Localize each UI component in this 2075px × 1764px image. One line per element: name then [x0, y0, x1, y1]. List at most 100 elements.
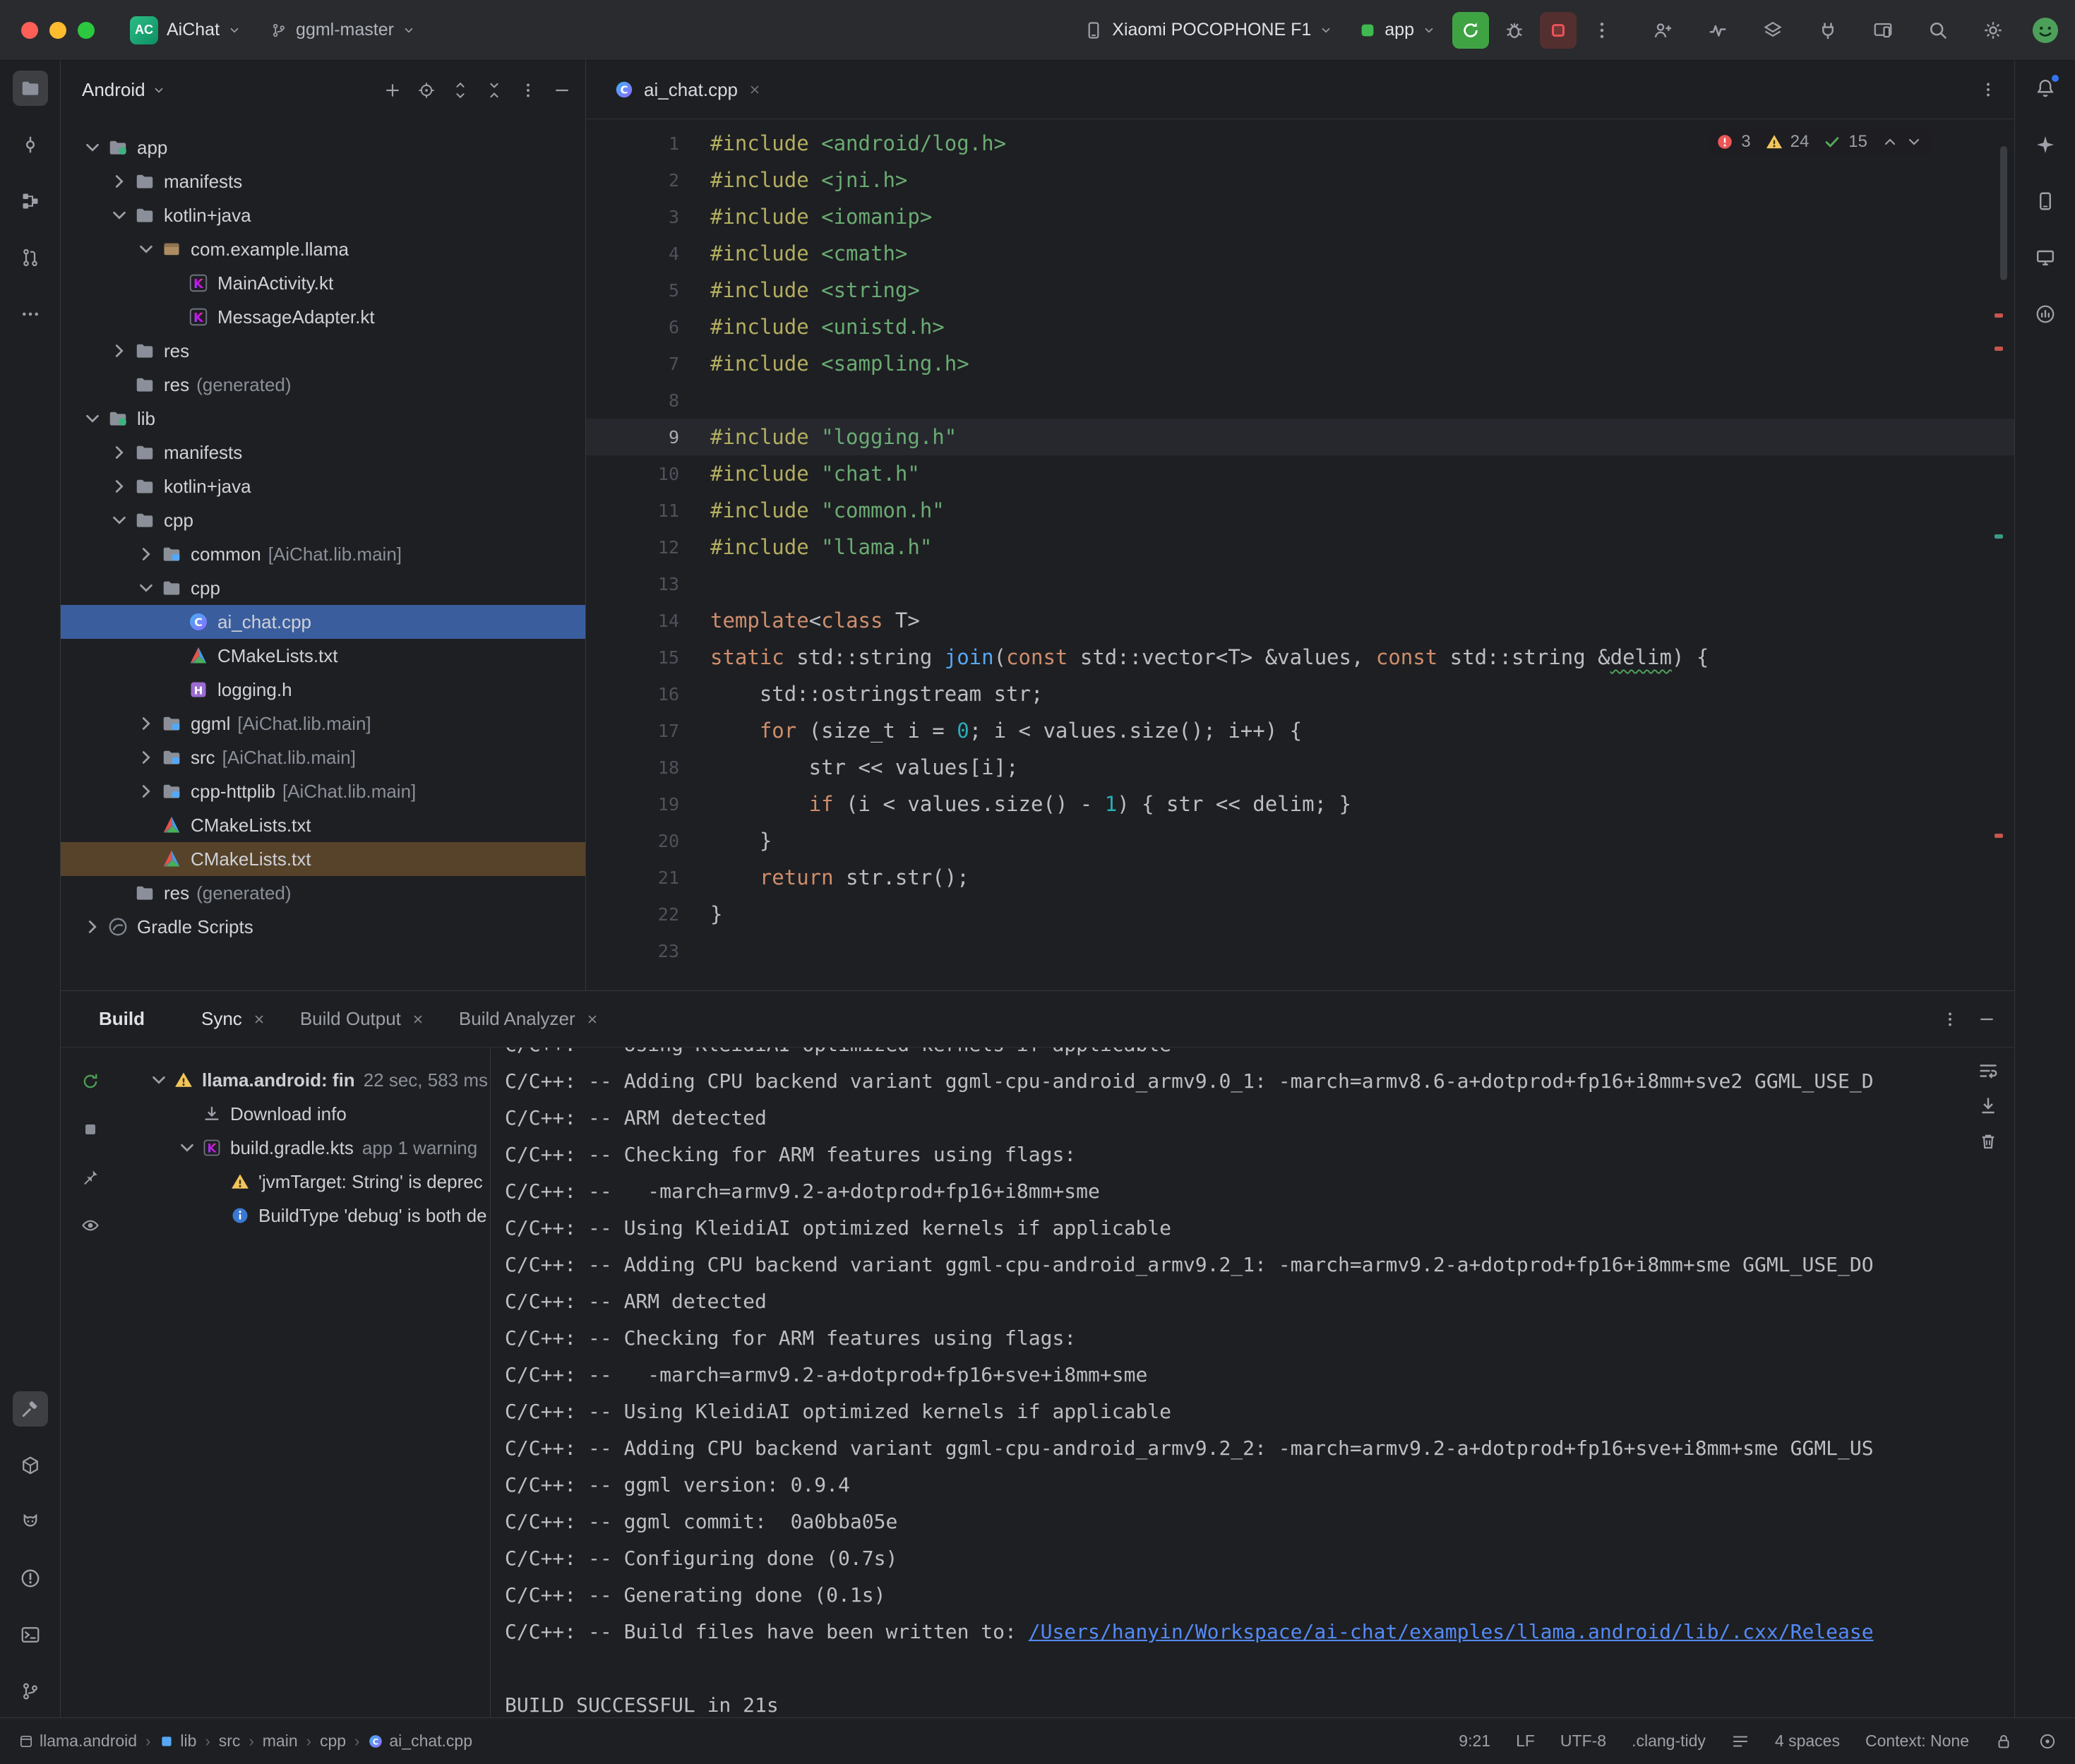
- caret-position[interactable]: 9:21: [1459, 1732, 1490, 1751]
- add-icon[interactable]: [383, 81, 402, 100]
- breadcrumb-item[interactable]: lib: [159, 1732, 196, 1751]
- settings-button[interactable]: [1976, 13, 2010, 47]
- chevron-right-icon[interactable]: [109, 340, 130, 361]
- plugins-button[interactable]: [1811, 13, 1845, 47]
- project-tree-item[interactable]: res(generated): [61, 876, 585, 910]
- clear-all-icon[interactable]: [1978, 1131, 1999, 1152]
- zoom-window-button[interactable]: [78, 22, 95, 39]
- build-tab-build-analyzer[interactable]: Build Analyzer: [442, 991, 616, 1047]
- app-insights-button[interactable]: [2028, 296, 2063, 332]
- pin-button[interactable]: [75, 1162, 106, 1193]
- project-tree-item[interactable]: cpp-httplib[AiChat.lib.main]: [61, 774, 585, 808]
- project-tree-item[interactable]: ggml[AiChat.lib.main]: [61, 707, 585, 740]
- project-tree-item[interactable]: manifests: [61, 436, 585, 469]
- error-stripe-mark[interactable]: [1995, 347, 2003, 351]
- project-tree-item[interactable]: Cai_chat.cpp: [61, 605, 585, 639]
- build-console[interactable]: C/C++: -- Using KleidiAI optimized kerne…: [490, 1048, 2014, 1717]
- expand-all-icon[interactable]: [451, 81, 470, 100]
- chevron-right-icon[interactable]: [82, 916, 103, 937]
- clang-tidy[interactable]: .clang-tidy: [1632, 1732, 1706, 1751]
- file-encoding[interactable]: UTF-8: [1560, 1732, 1606, 1751]
- build-options-icon[interactable]: [1941, 1010, 1959, 1028]
- build-tab-build-output[interactable]: Build Output: [283, 991, 442, 1047]
- chevron-right-icon[interactable]: [136, 781, 157, 802]
- project-tree-item[interactable]: KMainActivity.kt: [61, 266, 585, 300]
- breadcrumb-item[interactable]: Cai_chat.cpp: [368, 1732, 472, 1751]
- code-with-me-button[interactable]: [1646, 13, 1680, 47]
- chevron-down-icon[interactable]: [109, 205, 130, 226]
- close-tab-icon[interactable]: [748, 83, 762, 97]
- collapse-all-icon[interactable]: [485, 81, 503, 100]
- profiler-button[interactable]: [1701, 13, 1735, 47]
- chevron-down-icon[interactable]: [136, 577, 157, 599]
- minimize-window-button[interactable]: [49, 22, 66, 39]
- vcs-branch-widget[interactable]: ggml-master: [261, 9, 425, 52]
- close-icon[interactable]: [252, 1012, 266, 1026]
- rerun-button[interactable]: [1452, 12, 1489, 49]
- chevron-down-icon[interactable]: [148, 1069, 169, 1091]
- chevron-down-icon[interactable]: [136, 239, 157, 260]
- project-tree-item[interactable]: app: [61, 131, 585, 164]
- project-tree-item[interactable]: manifests: [61, 164, 585, 198]
- chevron-right-icon[interactable]: [136, 713, 157, 734]
- project-tree-item[interactable]: CMakeLists.txt: [61, 639, 585, 673]
- close-icon[interactable]: [585, 1012, 599, 1026]
- close-icon[interactable]: [411, 1012, 425, 1026]
- chevron-down-icon[interactable]: [109, 510, 130, 531]
- problems-button[interactable]: [13, 1561, 48, 1596]
- indent-size[interactable]: 4 spaces: [1775, 1732, 1840, 1751]
- notifications-bell-button[interactable]: [2028, 71, 2063, 106]
- breadcrumb-item[interactable]: cpp: [320, 1732, 346, 1751]
- previous-problem-icon[interactable]: [1882, 133, 1898, 150]
- chevron-right-icon[interactable]: [109, 476, 130, 497]
- version-control-button[interactable]: [13, 1674, 48, 1709]
- project-widget[interactable]: AC AiChat: [120, 9, 251, 52]
- debug-button[interactable]: [1496, 12, 1533, 49]
- chevron-right-icon[interactable]: [109, 442, 130, 463]
- chevron-down-icon[interactable]: [177, 1137, 198, 1158]
- project-tree-item[interactable]: res: [61, 334, 585, 368]
- logcat-button[interactable]: [13, 1504, 48, 1540]
- console-file-link[interactable]: /Users/hanyin/Workspace/ai-chat/examples…: [1029, 1620, 1874, 1643]
- run-config-selector[interactable]: app: [1349, 9, 1445, 52]
- project-tree-item[interactable]: Gradle Scripts: [61, 910, 585, 944]
- project-folder-button[interactable]: [13, 71, 48, 106]
- stop-button[interactable]: [1540, 12, 1577, 49]
- device-explorer-button[interactable]: [13, 1448, 48, 1483]
- project-tree-item[interactable]: CMakeLists.txt: [61, 842, 585, 876]
- build-tree-item[interactable]: BuildType 'debug' is both de: [120, 1199, 490, 1232]
- highlighting-icon[interactable]: [2038, 1732, 2057, 1751]
- chevron-down-icon[interactable]: [82, 408, 103, 429]
- more-options-icon[interactable]: [519, 81, 537, 100]
- project-tree-item[interactable]: com.example.llama: [61, 232, 585, 266]
- structure-button[interactable]: [13, 184, 48, 219]
- vcs-stripe-mark[interactable]: [1995, 534, 2003, 539]
- error-stripe-mark[interactable]: [1995, 834, 2003, 838]
- search-button[interactable]: [1921, 13, 1955, 47]
- soft-wrap-icon[interactable]: [1978, 1060, 1999, 1081]
- project-tree-item[interactable]: src[AiChat.lib.main]: [61, 740, 585, 774]
- breadcrumb-item[interactable]: llama.android: [18, 1732, 137, 1751]
- project-tree-item[interactable]: cpp: [61, 503, 585, 537]
- project-tree-item[interactable]: kotlin+java: [61, 198, 585, 232]
- project-tree-item[interactable]: Hlogging.h: [61, 673, 585, 707]
- device-manager-button[interactable]: [2028, 184, 2063, 219]
- chevron-right-icon[interactable]: [136, 544, 157, 565]
- project-tree-item[interactable]: kotlin+java: [61, 469, 585, 503]
- chevron-down-icon[interactable]: [82, 137, 103, 158]
- close-window-button[interactable]: [21, 22, 38, 39]
- build-tree-item[interactable]: Download info: [120, 1097, 490, 1131]
- next-problem-icon[interactable]: [1906, 133, 1922, 150]
- resource-context[interactable]: Context: None: [1865, 1732, 1969, 1751]
- build-tree-item[interactable]: 'jvmTarget: String' is deprec: [120, 1165, 490, 1199]
- terminal-button[interactable]: [13, 1617, 48, 1652]
- user-avatar[interactable]: [2030, 15, 2061, 46]
- code-editor[interactable]: 1#include <android/log.h>2#include <jni.…: [586, 119, 2014, 990]
- build-tree-item[interactable]: llama.android: fin22 sec, 583 ms: [120, 1063, 490, 1097]
- project-tree-item[interactable]: cpp: [61, 571, 585, 605]
- device-mirroring-button[interactable]: [1866, 13, 1900, 47]
- inspections-widget[interactable]: 3 24 15: [1709, 129, 1930, 155]
- build-variants-button[interactable]: [1756, 13, 1790, 47]
- pull-requests-button[interactable]: [13, 240, 48, 275]
- editor-options-icon[interactable]: [1979, 80, 1997, 99]
